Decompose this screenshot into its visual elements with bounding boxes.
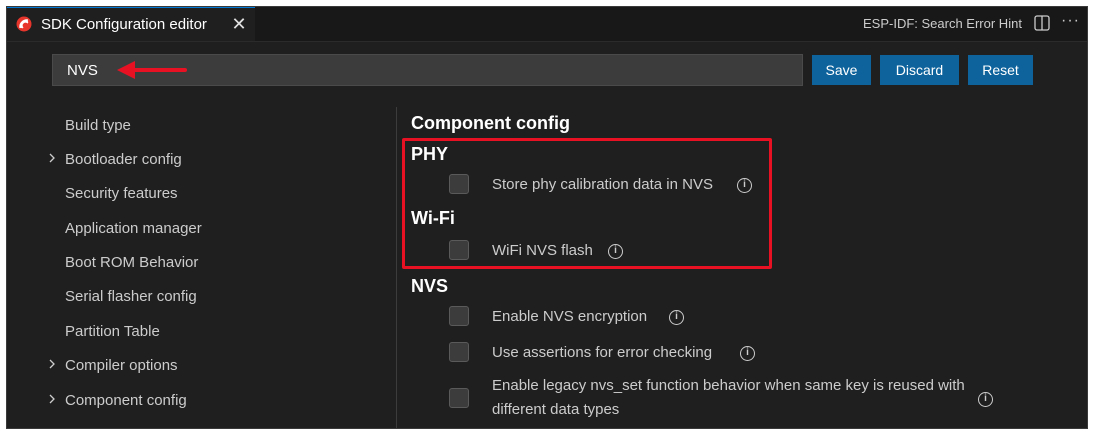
sidebar-item-application-manager[interactable]: Application manager <box>7 214 387 244</box>
option-enable-nvs-encryption: Enable NVS encryption i <box>449 306 1069 332</box>
sidebar-item-label: Security features <box>65 185 178 202</box>
sidebar-item-label: Partition Table <box>65 323 160 340</box>
editor-window: SDK Configuration editor ✕ ESP-IDF: Sear… <box>6 6 1088 429</box>
sidebar-item-label: Serial flasher config <box>65 288 197 305</box>
option-use-assertions: Use assertions for error checking i <box>449 342 1069 368</box>
chevron-right-icon <box>49 153 55 163</box>
sidebar-item-label: Component config <box>65 392 187 409</box>
espressif-logo-icon <box>16 16 32 32</box>
page-title: Component config <box>411 113 570 133</box>
option-wifi-nvs-flash: WiFi NVS flash i <box>449 240 1069 266</box>
tab-sdk-configuration-editor[interactable]: SDK Configuration editor ✕ <box>7 7 255 41</box>
chevron-right-icon <box>49 394 55 404</box>
sidebar-item-label: Compiler options <box>65 357 178 374</box>
sidebar-item-build-type[interactable]: Build type <box>7 111 387 141</box>
option-label: Enable NVS encryption <box>492 308 648 325</box>
sidebar-divider <box>396 107 397 428</box>
legacy-nvs-set-checkbox[interactable] <box>449 388 469 408</box>
sidebar-item-label: Bootloader config <box>65 151 182 168</box>
option-label: Use assertions for error checking <box>492 344 713 361</box>
enable-nvs-encryption-checkbox[interactable] <box>449 306 469 326</box>
sidebar-item-label: Build type <box>65 117 131 134</box>
info-icon[interactable]: i <box>978 392 993 407</box>
option-store-phy-calibration: Store phy calibration data in NVS i <box>449 174 1069 200</box>
sidebar-item-compiler-options[interactable]: Compiler options <box>7 351 387 381</box>
close-tab-icon[interactable]: ✕ <box>229 14 249 34</box>
search-error-hint-action[interactable]: ESP-IDF: Search Error Hint <box>863 16 1022 31</box>
info-icon[interactable]: i <box>669 310 684 325</box>
tab-title: SDK Configuration editor <box>41 16 207 33</box>
section-title-wifi: Wi-Fi <box>411 208 455 228</box>
section-title-phy: PHY <box>411 144 449 164</box>
sidebar-item-security-features[interactable]: Security features <box>7 179 387 209</box>
use-assertions-checkbox[interactable] <box>449 342 469 362</box>
split-editor-icon[interactable] <box>1034 15 1050 31</box>
sidebar-item-component-config[interactable]: Component config <box>7 386 387 416</box>
save-button[interactable]: Save <box>812 55 871 85</box>
sidebar-item-label: Application manager <box>65 220 202 237</box>
sidebar-item-label: Boot ROM Behavior <box>65 254 199 271</box>
option-label: Store phy calibration data in NVS <box>492 176 713 193</box>
sidebar-item-bootloader-config[interactable]: Bootloader config <box>7 145 387 175</box>
red-arrow-annotation-icon <box>117 61 187 79</box>
info-icon[interactable]: i <box>608 244 623 259</box>
sidebar-item-boot-rom-behavior[interactable]: Boot ROM Behavior <box>7 248 387 278</box>
reset-button[interactable]: Reset <box>968 55 1033 85</box>
sidebar-item-serial-flasher-config[interactable]: Serial flasher config <box>7 282 387 312</box>
option-legacy-nvs-set: Enable legacy nvs_set function behavior … <box>449 374 1069 426</box>
store-phy-calibration-checkbox[interactable] <box>449 174 469 194</box>
info-icon[interactable]: i <box>740 346 755 361</box>
more-actions-icon[interactable]: ··· <box>1061 12 1080 30</box>
wifi-nvs-flash-checkbox[interactable] <box>449 240 469 260</box>
option-label: WiFi NVS flash <box>492 242 593 259</box>
section-title-nvs: NVS <box>411 276 449 296</box>
sidebar-item-partition-table[interactable]: Partition Table <box>7 317 387 347</box>
discard-button[interactable]: Discard <box>880 55 959 85</box>
chevron-right-icon <box>49 359 55 369</box>
tab-bar: SDK Configuration editor ✕ ESP-IDF: Sear… <box>7 7 1087 42</box>
option-label: Enable legacy nvs_set function behavior … <box>492 377 965 418</box>
info-icon[interactable]: i <box>737 178 752 193</box>
